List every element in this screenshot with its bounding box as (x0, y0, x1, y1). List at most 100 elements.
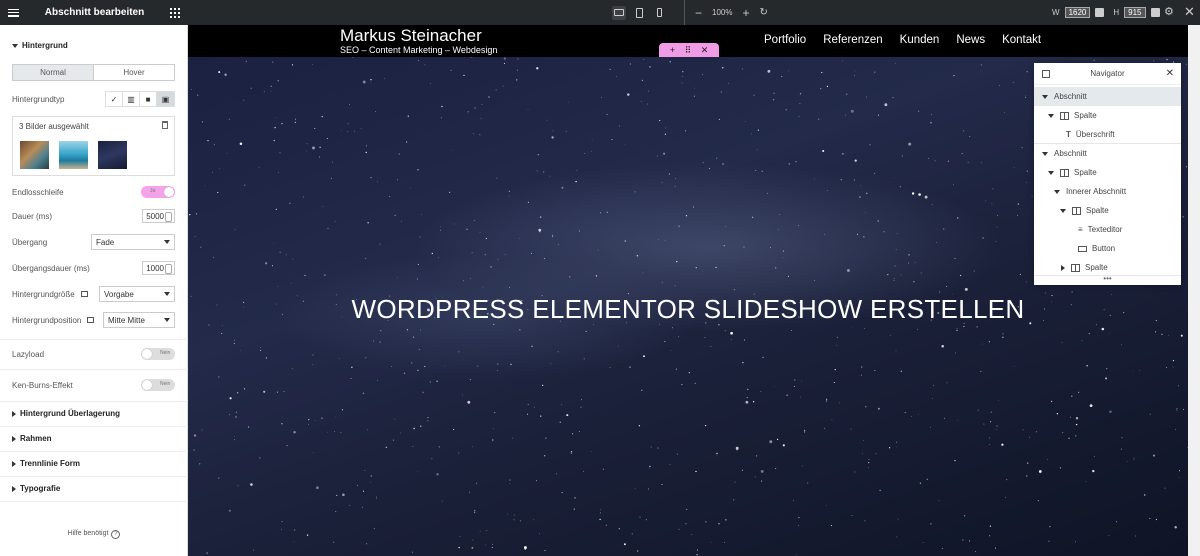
caret-right-icon (12, 410, 16, 417)
menu-item-news[interactable]: News (956, 34, 985, 46)
navigator-item-label: Spalte (1086, 206, 1109, 215)
gradient-icon[interactable]: ▥ (123, 92, 140, 106)
widgets-grid-icon[interactable] (170, 7, 180, 18)
caret-right-icon (1061, 264, 1065, 271)
section-typography-header[interactable]: Typografie (0, 484, 72, 493)
duration-input[interactable]: 5000 (142, 209, 175, 223)
resize-handle-icon[interactable]: ••• (1034, 275, 1181, 283)
section-handle[interactable]: + ⠿ ✕ (659, 43, 719, 57)
divider (0, 476, 188, 477)
desktop-view-icon[interactable] (612, 5, 626, 20)
add-section-icon[interactable]: + (670, 45, 675, 55)
transition-duration-input[interactable]: 1000 (142, 261, 175, 275)
duration-label: Dauer (ms) (12, 211, 53, 221)
kenburns-toggle[interactable]: Nein (141, 379, 175, 391)
caret-right-icon (12, 435, 16, 442)
section-background-header[interactable]: Hintergrund (0, 41, 80, 50)
transition-value: Fade (96, 237, 115, 247)
divider (0, 369, 188, 370)
bg-position-select[interactable]: Mitte Mitte (103, 312, 175, 328)
tab-hover[interactable]: Hover (94, 65, 174, 80)
lazyload-toggle[interactable]: Nein (141, 348, 175, 360)
tablet-view-icon[interactable] (632, 6, 646, 20)
desktop-icon[interactable] (87, 317, 95, 324)
slideshow-icon[interactable]: ▣ (157, 92, 174, 106)
gallery-thumbnail[interactable] (20, 141, 49, 169)
menu-item-referenzen[interactable]: Referenzen (823, 34, 882, 46)
navigator-item[interactable]: T Überschrift (1034, 125, 1181, 144)
menu-item-kontakt[interactable]: Kontakt (1002, 34, 1041, 46)
section-border-header[interactable]: Rahmen (0, 434, 64, 443)
close-icon[interactable]: ✕ (1184, 5, 1195, 18)
video-icon[interactable]: ■ (140, 92, 157, 106)
chevron-down-icon (164, 318, 170, 322)
bg-position-row: Hintergrundposition Mitte Mitte (12, 312, 175, 328)
question-icon: ? (111, 530, 121, 539)
bg-position-label: Hintergrundposition (12, 316, 95, 325)
column-icon (1072, 206, 1081, 215)
desktop-icon[interactable] (80, 291, 88, 298)
loop-toggle[interactable]: Ja (141, 186, 175, 198)
caret-down-icon (1048, 113, 1054, 118)
navigator-item-label: Abschnitt (1054, 92, 1087, 101)
transition-select[interactable]: Fade (91, 234, 175, 250)
navigator-item[interactable]: Abschnitt (1034, 144, 1181, 163)
section-shape-divider-header[interactable]: Trennlinie Form (0, 459, 92, 468)
bg-size-value: Vorgabe (104, 289, 134, 299)
section-overlay-header[interactable]: Hintergrund Überlagerung (0, 409, 132, 418)
bg-type-row: Hintergrundtyp ✓ ▥ ■ ▣ (12, 91, 175, 107)
toggle-text: Nein (160, 381, 171, 387)
help-link[interactable]: Hilfe benötigt? (0, 530, 188, 539)
canvas-scrollbar[interactable] (1188, 25, 1200, 556)
bg-size-select[interactable]: Vorgabe (99, 286, 175, 302)
navigator-item[interactable]: Abschnitt (1034, 87, 1181, 106)
drag-handle-icon[interactable]: ⠿ (685, 45, 692, 56)
tab-normal[interactable]: Normal (13, 65, 94, 80)
width-input[interactable]: 1620 (1064, 7, 1091, 18)
height-lock-checkbox[interactable] (1150, 8, 1160, 17)
navigator-item-label: Innerer Abschnitt (1066, 187, 1127, 196)
collapse-all-icon[interactable] (1042, 70, 1050, 78)
hamburger-menu-icon[interactable] (8, 8, 19, 17)
gallery-picker[interactable]: 3 Bilder ausgewählt (12, 116, 175, 176)
caret-right-icon (12, 485, 16, 492)
brush-icon[interactable]: ✓ (106, 92, 123, 106)
height-label: H (1113, 8, 1120, 17)
navigator-item-label: Spalte (1074, 111, 1097, 120)
navigator-item[interactable]: Button (1034, 239, 1181, 258)
navigator-item[interactable]: Spalte (1034, 201, 1181, 220)
caret-down-icon (1042, 94, 1048, 99)
mobile-view-icon[interactable] (652, 6, 666, 20)
trash-icon[interactable] (162, 121, 168, 129)
navigator-item[interactable]: Spalte (1034, 106, 1181, 125)
delete-section-icon[interactable]: ✕ (701, 45, 709, 56)
navigator-item[interactable]: ≡ Texteditor (1034, 220, 1181, 239)
zoom-in-icon[interactable]: + (742, 7, 749, 19)
gallery-thumbnail[interactable] (98, 141, 127, 169)
zoom-out-icon[interactable]: − (695, 7, 702, 19)
reset-zoom-icon[interactable]: ↻ (760, 7, 768, 18)
gallery-label: 3 Bilder ausgewählt (19, 122, 89, 131)
height-input[interactable]: 915 (1124, 7, 1146, 18)
site-brand[interactable]: Markus Steinacher SEO – Content Marketin… (340, 27, 497, 56)
transition-row: Übergang Fade (12, 234, 175, 250)
navigator-item[interactable]: Spalte (1034, 163, 1181, 182)
column-icon (1060, 168, 1069, 177)
hero-title[interactable]: WORDPRESS ELEMENTOR SLIDESHOW ERSTELLEN (188, 294, 1188, 325)
state-tabs: Normal Hover (12, 64, 175, 81)
section-label: Trennlinie Form (20, 459, 81, 468)
menu-item-portfolio[interactable]: Portfolio (764, 34, 806, 46)
navigator-header[interactable]: Navigator ✕ (1034, 63, 1181, 85)
navigator-item-label: Texteditor (1087, 225, 1123, 234)
close-icon[interactable]: ✕ (1166, 68, 1174, 79)
gallery-thumbnail[interactable] (59, 141, 88, 169)
gear-icon[interactable]: ⚙ (1164, 7, 1175, 18)
kenburns-row: Ken-Burns-Effekt Nein (12, 377, 175, 393)
navigator-item-label: Spalte (1085, 263, 1108, 272)
menu-item-kunden[interactable]: Kunden (900, 34, 940, 46)
lazyload-label: Lazyload (12, 349, 45, 359)
divider (0, 501, 188, 502)
caret-down-icon (1042, 151, 1048, 156)
width-lock-checkbox[interactable] (1095, 8, 1105, 17)
navigator-item[interactable]: Innerer Abschnitt (1034, 182, 1181, 201)
